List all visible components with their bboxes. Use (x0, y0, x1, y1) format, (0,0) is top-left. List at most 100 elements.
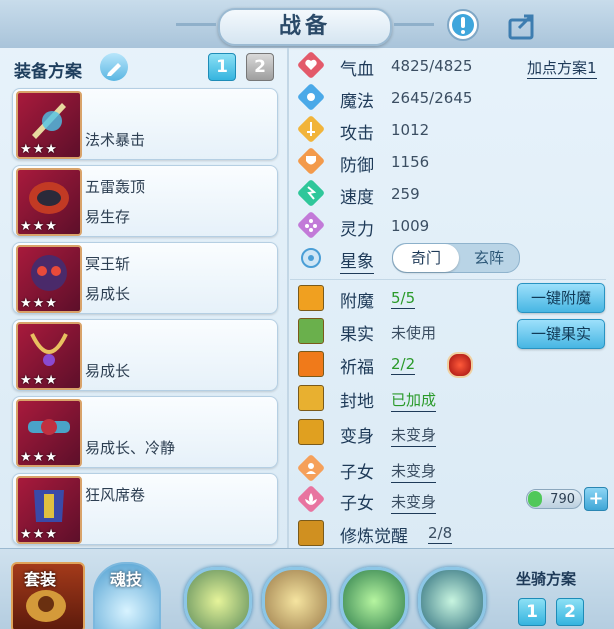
edit-pencil-icon[interactable] (100, 53, 128, 81)
column-divider (287, 48, 289, 548)
stat-label-mp: 魔法 (340, 92, 374, 112)
equipment-name: 五雷轰顶 (85, 178, 146, 196)
row-label-child-1: 子女 (340, 463, 374, 483)
stat-value-defense: 1156 (391, 153, 430, 171)
stat-label-attack: 攻击 (340, 124, 374, 144)
soul-skill-label: 魂技 (110, 570, 143, 589)
resource-fill (528, 491, 542, 507)
fief-icon (298, 385, 324, 411)
lotus-icon (298, 486, 324, 512)
skill-slot-3[interactable] (340, 567, 408, 629)
enchant-icon (298, 285, 324, 311)
stat-value-attack: 1012 (391, 121, 430, 139)
stat-label-defense: 防御 (340, 156, 374, 176)
row-value-cultivation: 2/8 (428, 524, 453, 544)
points-plan-link[interactable]: 加点方案1 (527, 57, 597, 79)
star-rating: ★★★ (20, 219, 58, 234)
equipment-slot-4[interactable]: ★★★ 易成长 (12, 319, 278, 391)
fruit-icon (298, 318, 324, 344)
star-rating: ★★★ (20, 450, 58, 465)
heart-icon (298, 52, 324, 78)
page-title: 战备 (176, 8, 434, 46)
spirit-icon (298, 212, 324, 238)
blessing-icon (298, 351, 324, 377)
equipment-slot-6[interactable]: ★★★ 狂风席卷 (12, 473, 278, 545)
equipment-name: 冥王斩 (85, 255, 131, 273)
equipment-plan-2-button[interactable]: 2 (246, 53, 274, 81)
equipment-slot-3[interactable]: ★★★ 冥王斩 易成长 (12, 242, 278, 314)
row-label-child-2: 子女 (340, 494, 374, 514)
skill-slot-2[interactable] (262, 567, 330, 629)
stat-value-speed: 259 (391, 185, 420, 203)
stat-value-hp: 4825/4825 (391, 57, 473, 75)
equipment-slot-2[interactable]: ★★★ 五雷轰顶 易生存 (12, 165, 278, 237)
armor-icon: ★★★ (16, 476, 82, 544)
row-label-enchant: 附魔 (340, 292, 374, 312)
cultivation-icon (298, 520, 324, 546)
child-icon (298, 455, 324, 481)
equipment-effect: 易成长 (85, 285, 131, 303)
star-label: 星象 (340, 247, 374, 274)
transform-icon (298, 419, 324, 445)
speed-icon (298, 180, 324, 206)
star-option-qimen[interactable]: 奇门 (393, 244, 459, 272)
row-value-fruit: 未使用 (391, 324, 437, 342)
equipment-plan-label: 装备方案 (14, 62, 82, 82)
stat-label-hp: 气血 (340, 60, 374, 80)
share-icon[interactable] (506, 8, 540, 42)
row-label-transform: 变身 (340, 427, 374, 447)
equipment-slot-1[interactable]: ★★★ 法术暴击 (12, 88, 278, 160)
star-rating: ★★★ (20, 373, 58, 388)
equipment-slot-5[interactable]: ★★★ 易成长、冷静 (12, 396, 278, 468)
shield-icon (298, 148, 324, 174)
star-option-xuanzhen[interactable]: 玄阵 (459, 244, 519, 272)
row-value-child-2: 未变身 (391, 491, 437, 514)
row-value-enchant: 5/5 (391, 289, 416, 309)
help-icon[interactable] (446, 8, 480, 42)
auto-enchant-button[interactable]: 一键附魔 (517, 283, 605, 313)
equipment-effect: 易生存 (85, 208, 131, 226)
mana-icon (298, 84, 324, 110)
row-label-blessing: 祈福 (340, 358, 374, 378)
row-value-transform: 未变身 (391, 424, 437, 447)
skill-slot-4[interactable] (418, 567, 486, 629)
section-divider (290, 279, 606, 280)
equipment-set-label: 套装 (24, 570, 57, 589)
row-value-blessing: 2/2 (391, 355, 416, 375)
star-rating: ★★★ (20, 142, 58, 157)
add-resource-button[interactable]: + (584, 487, 608, 511)
belt-icon: ★★★ (16, 399, 82, 467)
star-toggle[interactable]: 奇门 玄阵 (392, 243, 520, 273)
sword-icon (298, 116, 324, 142)
equipment-plan-1-button[interactable]: 1 (208, 53, 236, 81)
resource-counter: 790 (526, 489, 582, 509)
skill-slot-1[interactable] (184, 567, 252, 629)
battle-prep-panel: 战备 装备方案 1 2 ★★★ 法术暴击 ★★★ 五雷轰顶 易生存 ★★★ 冥王… (0, 0, 614, 629)
equipment-name: 狂风席卷 (85, 486, 146, 504)
stat-label-speed: 速度 (340, 188, 374, 208)
mount-plan-1-button[interactable]: 1 (518, 598, 546, 626)
equipment-effect: 易成长、冷静 (85, 439, 176, 457)
resource-count: 790 (550, 492, 575, 507)
star-compass-icon (298, 245, 324, 271)
star-rating: ★★★ (20, 527, 58, 542)
equipment-effect: 易成长 (85, 362, 131, 380)
skill-book-icon: ★★★ (16, 91, 82, 159)
helmet-icon: ★★★ (16, 168, 82, 236)
stat-value-mp: 2645/2645 (391, 89, 473, 107)
row-label-cultivation: 修炼觉醒 (340, 527, 408, 547)
auto-fruit-button[interactable]: 一键果实 (517, 319, 605, 349)
stat-label-spirit: 灵力 (340, 220, 374, 240)
row-value-fief: 已加成 (391, 389, 437, 412)
row-label-fruit: 果实 (340, 325, 374, 345)
mount-plan-label: 坐骑方案 (516, 570, 577, 588)
mount-plan-2-button[interactable]: 2 (556, 598, 584, 626)
equipment-effect: 法术暴击 (85, 131, 146, 149)
mask-icon: ★★★ (16, 245, 82, 313)
stat-value-spirit: 1009 (391, 217, 430, 235)
star-rating: ★★★ (20, 296, 58, 311)
row-value-child-1: 未变身 (391, 460, 437, 483)
necklace-icon: ★★★ (16, 322, 82, 390)
row-label-fief: 封地 (340, 392, 374, 412)
blessing-orb-icon[interactable] (447, 352, 473, 378)
